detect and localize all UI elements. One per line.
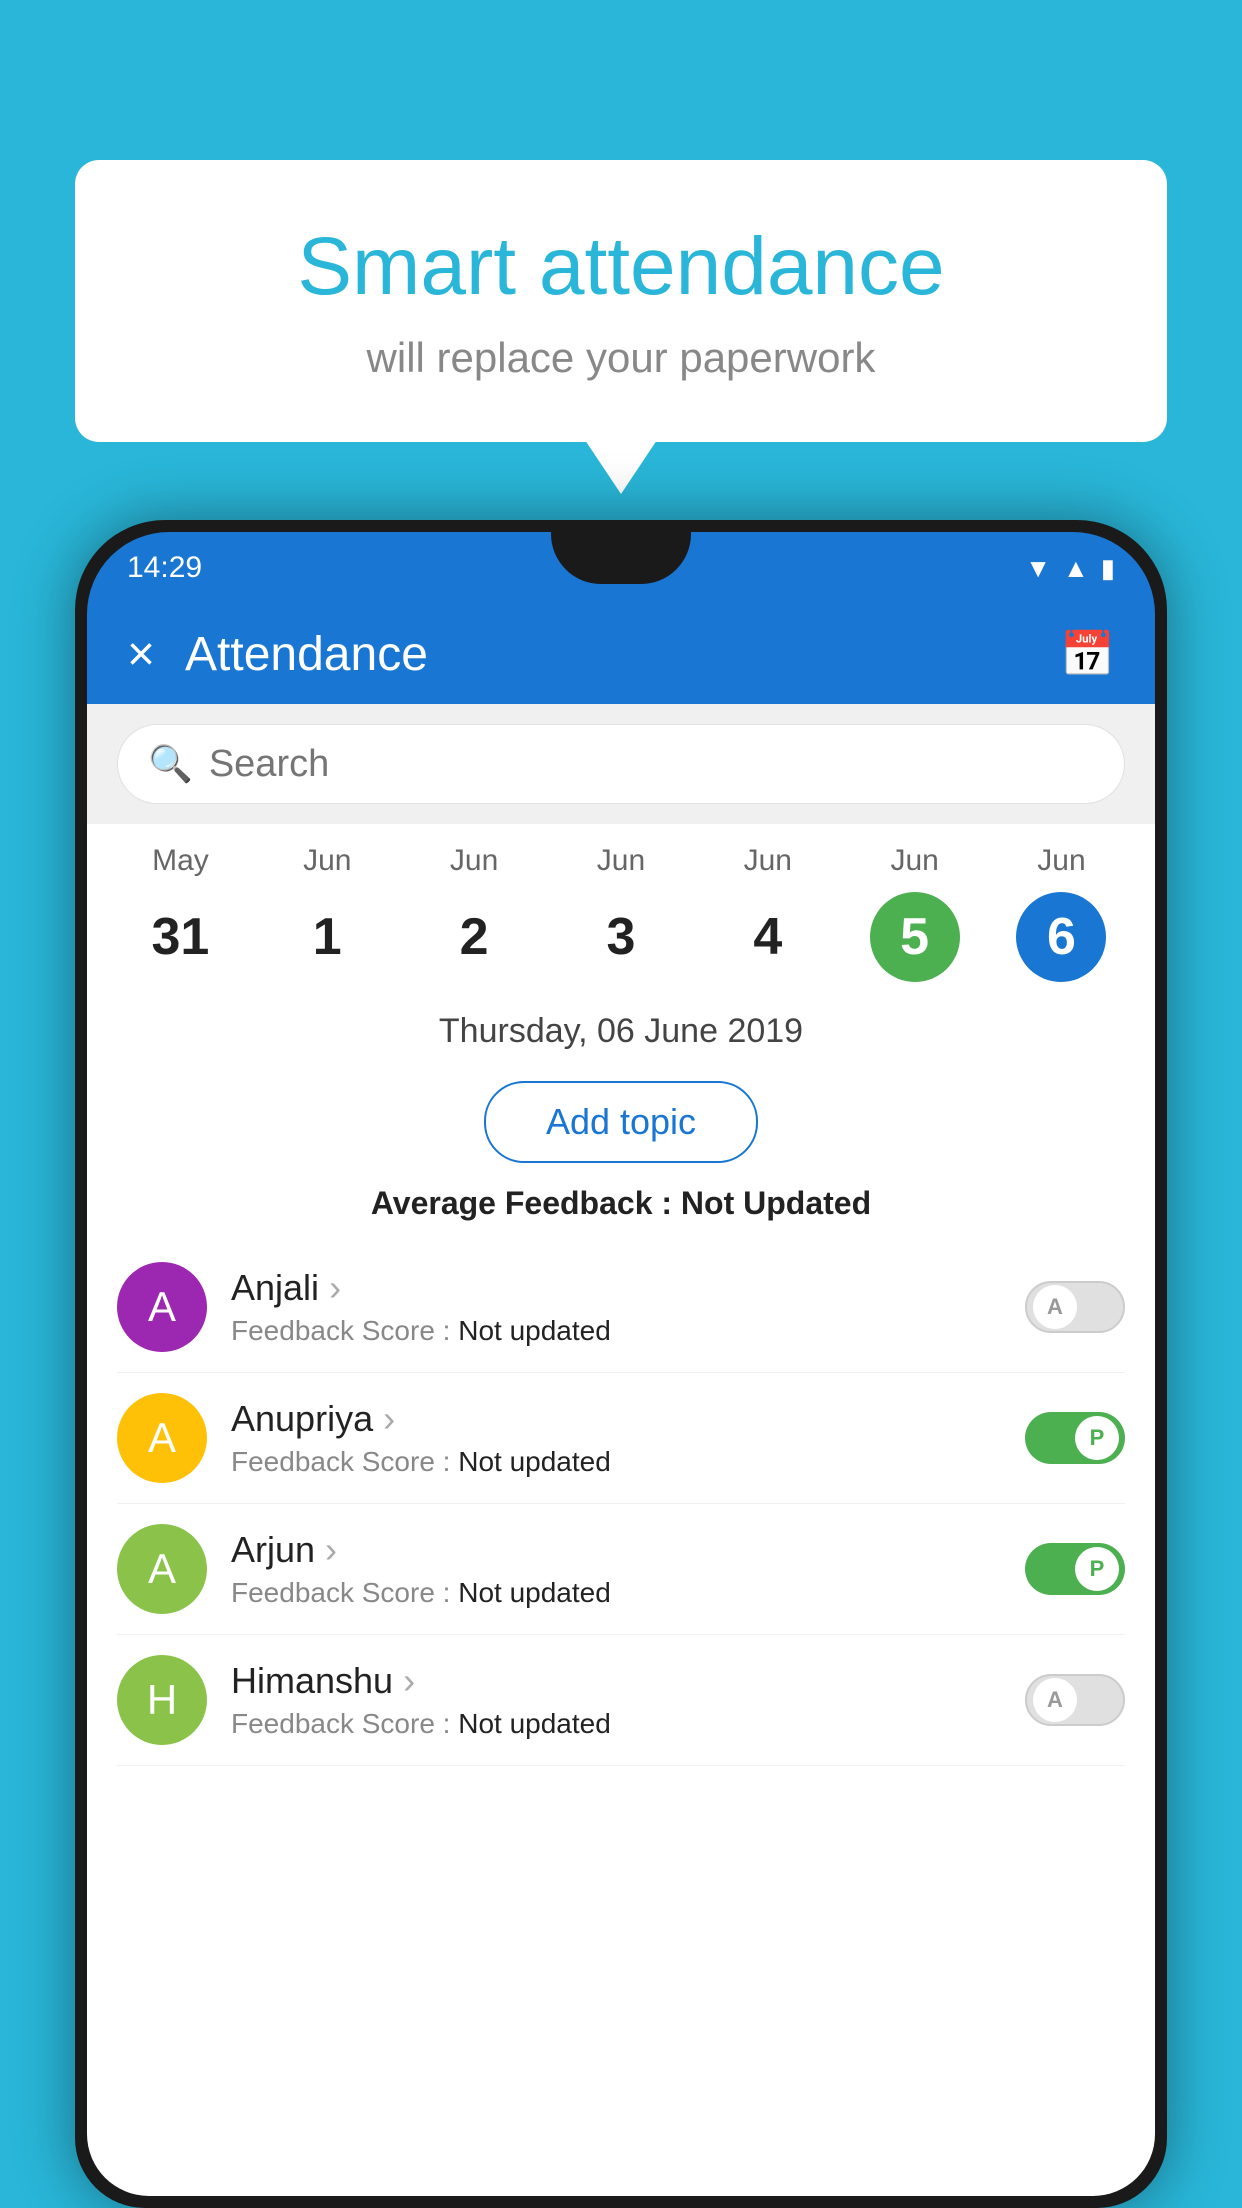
toggle-knob: A [1033,1678,1077,1722]
calendar-date-number[interactable]: 3 [576,892,666,982]
status-bar: 14:29 ▼ ▲ ▮ [87,532,1155,604]
average-feedback: Average Feedback : Not Updated [87,1173,1155,1234]
student-item[interactable]: H Himanshu Feedback Score : Not updated A [117,1635,1125,1766]
attendance-toggle[interactable]: A [1025,1281,1125,1333]
student-item[interactable]: A Anupriya Feedback Score : Not updated P [117,1373,1125,1504]
avg-feedback-value: Not Updated [681,1185,871,1221]
student-name[interactable]: Anjali [231,1267,1001,1309]
calendar-day[interactable]: Jun 6 [1001,844,1121,982]
app-bar: × Attendance 📅 [87,604,1155,704]
calendar-strip: May 31 Jun 1 Jun 2 Jun 3 Jun 4 Jun 5 Jun 6 [87,824,1155,992]
calendar-date-number[interactable]: 5 [870,892,960,982]
calendar-day[interactable]: Jun 4 [708,844,828,982]
student-feedback-score: Feedback Score : Not updated [231,1577,1001,1609]
calendar-month-label: Jun [450,844,498,878]
student-info: Arjun Feedback Score : Not updated [231,1529,1001,1609]
app-bar-title: Attendance [185,627,1060,682]
calendar-month-label: May [152,844,209,878]
calendar-month-label: Jun [303,844,351,878]
attendance-toggle[interactable]: P [1025,1543,1125,1595]
calendar-month-label: Jun [597,844,645,878]
avg-feedback-label: Average Feedback : [371,1185,681,1221]
calendar-date-number[interactable]: 4 [723,892,813,982]
calendar-icon[interactable]: 📅 [1060,628,1115,680]
battery-icon: ▮ [1101,553,1115,584]
student-avatar: A [117,1524,207,1614]
phone-notch [551,532,691,584]
student-name[interactable]: Anupriya [231,1398,1001,1440]
student-avatar: A [117,1393,207,1483]
student-avatar: H [117,1655,207,1745]
close-button[interactable]: × [127,627,155,682]
calendar-day[interactable]: May 31 [120,844,240,982]
status-icons: ▼ ▲ ▮ [1025,553,1115,584]
student-avatar: A [117,1262,207,1352]
student-list: AAnjaliFeedback Score : Not updatedAAAnu… [87,1242,1155,1766]
student-info: Anupriya Feedback Score : Not updated [231,1398,1001,1478]
toggle-knob: P [1075,1547,1119,1591]
signal-icon: ▲ [1063,553,1089,584]
speech-bubble-container: Smart attendance will replace your paper… [75,160,1167,442]
toggle-knob: P [1075,1416,1119,1460]
date-display: Thursday, 06 June 2019 [87,992,1155,1071]
search-bar[interactable]: 🔍 [117,724,1125,804]
add-topic-button[interactable]: Add topic [484,1081,758,1163]
student-item[interactable]: A Arjun Feedback Score : Not updated P [117,1504,1125,1635]
calendar-date-number[interactable]: 31 [135,892,225,982]
bubble-title: Smart attendance [155,220,1087,314]
search-icon: 🔍 [148,743,193,785]
search-input[interactable] [209,743,1094,786]
speech-bubble: Smart attendance will replace your paper… [75,160,1167,442]
search-bar-container: 🔍 [87,704,1155,824]
student-feedback-score: Feedback Score : Not updated [231,1315,1001,1347]
calendar-day[interactable]: Jun 5 [855,844,975,982]
student-name[interactable]: Arjun [231,1529,1001,1571]
phone-frame: 14:29 ▼ ▲ ▮ × Attendance 📅 🔍 [75,520,1167,2208]
phone-inner: 14:29 ▼ ▲ ▮ × Attendance 📅 🔍 [87,532,1155,2196]
toggle-knob: A [1033,1285,1077,1329]
bubble-subtitle: will replace your paperwork [155,334,1087,382]
wifi-icon: ▼ [1025,553,1051,584]
student-item[interactable]: A Anjali Feedback Score : Not updated A [117,1242,1125,1373]
calendar-month-label: Jun [744,844,792,878]
attendance-toggle[interactable]: P [1025,1412,1125,1464]
calendar-date-number[interactable]: 1 [282,892,372,982]
student-name[interactable]: Himanshu [231,1660,1001,1702]
student-info: Himanshu Feedback Score : Not updated [231,1660,1001,1740]
student-feedback-score: Feedback Score : Not updated [231,1446,1001,1478]
calendar-month-label: Jun [1037,844,1085,878]
calendar-day[interactable]: Jun 2 [414,844,534,982]
student-info: Anjali Feedback Score : Not updated [231,1267,1001,1347]
status-time: 14:29 [127,551,202,585]
calendar-day[interactable]: Jun 1 [267,844,387,982]
calendar-month-label: Jun [890,844,938,878]
app-content: 🔍 May 31 Jun 1 Jun 2 Jun 3 Jun 4 Jun 5 Jun 6 Thursday… [87,704,1155,2196]
calendar-date-number[interactable]: 2 [429,892,519,982]
calendar-date-number[interactable]: 6 [1016,892,1106,982]
attendance-toggle[interactable]: A [1025,1674,1125,1726]
calendar-day[interactable]: Jun 3 [561,844,681,982]
student-feedback-score: Feedback Score : Not updated [231,1708,1001,1740]
